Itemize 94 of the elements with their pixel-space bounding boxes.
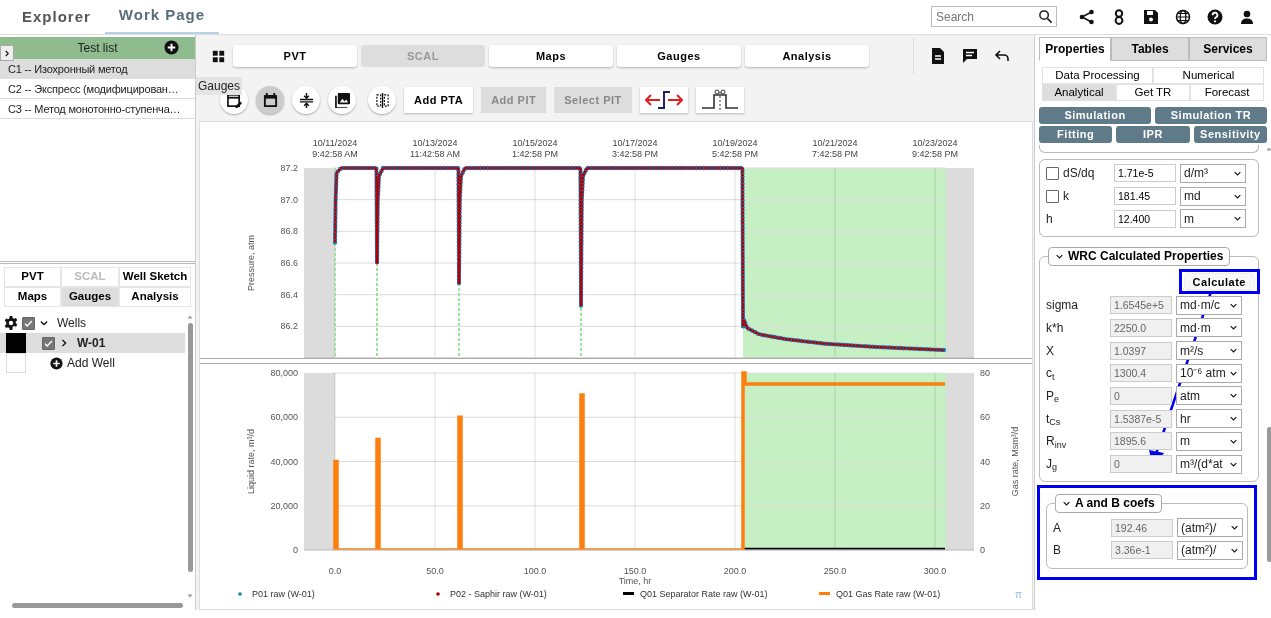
axis-tick-label: 300.0 [923, 566, 947, 576]
field-label: k [1063, 189, 1069, 204]
section-tab[interactable]: Analysis [119, 287, 191, 307]
field-label: A [1053, 520, 1061, 535]
axis-tick-label: 150.0 [623, 566, 647, 576]
axis-tick-label: 200.0 [723, 566, 747, 576]
search-field[interactable]: Search [931, 6, 1057, 27]
value-field[interactable]: 12.400 [1114, 209, 1176, 228]
section-tab[interactable]: Well Sketch [119, 267, 191, 287]
value-field[interactable]: 181.45 [1114, 187, 1176, 206]
axis-tick-label: 86.2 [280, 321, 298, 332]
legend-item[interactable]: P01 raw (W-01) [238, 589, 315, 599]
unit-select[interactable]: md [1180, 186, 1246, 206]
section-tab[interactable]: PVT [4, 267, 61, 287]
tool-button[interactable]: Add PTA [404, 87, 474, 113]
field-label: B [1053, 543, 1061, 558]
axis-tick-label: 87.0 [280, 194, 298, 205]
panel-tab[interactable]: Services [1189, 37, 1267, 61]
action-button[interactable]: Fitting [1039, 126, 1113, 143]
axis-tick-label: 86.6 [280, 258, 298, 268]
axis-tick-label: 40 [980, 456, 990, 467]
axis-tick-label: 10/19/2024 5:42:58 PM [712, 138, 758, 159]
field-label: t$_{Cs}$ [1046, 411, 1061, 426]
field-label: J$_{g}$ [1046, 457, 1057, 472]
axis-tick-label: 10/13/2024 11:42:58 AM [410, 138, 460, 159]
field-label: k*h [1046, 320, 1064, 335]
field-label: sigma [1046, 298, 1078, 313]
axis-tick-label: 10/17/2024 3:42:58 PM [612, 138, 658, 159]
axis-title: Time, hr [618, 576, 652, 586]
axis-tick-label: 0 [293, 545, 298, 555]
axis-tick-label: 10/15/2024 1:42:58 PM [512, 138, 558, 159]
section-toggle[interactable]: WRC Calculated Properties [1048, 247, 1231, 267]
axis-tick-label: 0.0 [328, 566, 342, 576]
axis-tick-label: 60 [980, 412, 990, 423]
panel-tab[interactable]: Get TR [1116, 84, 1190, 101]
nav-tab[interactable]: Work Page [104, 0, 220, 34]
axis-tick-label: 250.0 [823, 566, 847, 576]
legend-item[interactable]: P02 - Saphir raw (W-01) [436, 589, 547, 599]
axis-tick-label: 10/11/2024 9:42:58 AM [312, 138, 358, 159]
field-label: P$_{e}$ [1046, 389, 1060, 403]
axis-tick-label: 86.8 [280, 226, 298, 237]
axis-tick-label: 60,000 [270, 412, 298, 423]
axis-title: Pressure, atm [246, 235, 256, 291]
legend-item[interactable]: Q01 Gas Rate raw (W-01) [819, 589, 941, 599]
module-tab[interactable]: Maps [489, 45, 613, 67]
action-button[interactable]: Simulation [1039, 107, 1151, 124]
module-tab[interactable]: Gauges [617, 45, 741, 67]
axis-tick-label: 10/21/2024 7:42:58 PM [812, 138, 858, 159]
tree-item[interactable]: W-01 [77, 334, 106, 352]
value-field[interactable]: 1.71e-5 [1114, 164, 1176, 183]
unit-select[interactable]: m [1180, 209, 1246, 229]
list-title: Test list [77, 40, 118, 57]
field-label: X [1046, 343, 1054, 358]
panel-tab[interactable]: Tables [1111, 37, 1189, 61]
field-label: dS/dq [1063, 166, 1095, 181]
nav-tab[interactable]: Explorer [8, 0, 105, 34]
panel-tab[interactable]: Properties [1039, 37, 1111, 61]
legend-item[interactable]: Q01 Separator Rate raw (W-01) [623, 589, 768, 599]
field-label: R$_{inv}$ [1046, 434, 1067, 449]
section-tab[interactable]: Maps [4, 287, 61, 307]
section-tab[interactable]: Gauges [61, 287, 119, 307]
axis-tick-label: 86.4 [280, 289, 298, 300]
list-item[interactable]: C3 -- Метод монотонно-ступенча… [0, 99, 195, 119]
axis-tick-label: 50.0 [426, 566, 444, 576]
axis-tick-label: 100.0 [523, 566, 547, 576]
tree-item[interactable]: Wells [57, 314, 87, 332]
field-label: h [1046, 211, 1053, 226]
action-button[interactable]: Simulation TR [1155, 107, 1267, 124]
axis-tick-label: 20,000 [270, 500, 298, 511]
axis-tick-label: 20 [980, 500, 990, 511]
panel-tab[interactable]: Numerical [1153, 67, 1264, 84]
axis-tick-label: 40,000 [270, 456, 298, 467]
action-button[interactable]: Sensitivity [1193, 126, 1267, 143]
panel-tab[interactable]: Analytical [1042, 84, 1116, 101]
section-toggle[interactable]: A and B coefs [1055, 494, 1162, 514]
unit-select[interactable]: d/m³ [1180, 163, 1246, 183]
axis-tick-label: 0 [980, 545, 985, 555]
add-well-link[interactable]: Add Well [67, 354, 115, 372]
axis-tick-label: 87.2 [280, 163, 298, 173]
axis-tick-label: 80,000 [270, 368, 298, 378]
list-item[interactable]: C2 -- Экспресс (модифицирован… [0, 79, 195, 99]
axis-tick-label: 10/23/2024 9:42:58 PM [912, 138, 958, 159]
axis-tick-label: 80 [980, 368, 990, 378]
panel-tab[interactable]: Data Processing [1042, 67, 1153, 84]
tooltip: Gauges [196, 77, 243, 95]
calculate-button[interactable]: Calculate [1183, 272, 1255, 291]
module-tab[interactable]: Analysis [745, 45, 869, 67]
panel-tab[interactable]: Forecast [1190, 84, 1264, 101]
axis-title: Gas rate, Msm³/d [1010, 426, 1020, 497]
field-label: c$_{t}$ [1046, 366, 1055, 381]
axis-title: Liquid rate, m³/d [246, 429, 256, 494]
module-tab[interactable]: PVT [233, 45, 357, 67]
action-button[interactable]: IPR [1116, 126, 1190, 143]
list-item[interactable]: C1 -- Изохронный метод [0, 59, 195, 79]
